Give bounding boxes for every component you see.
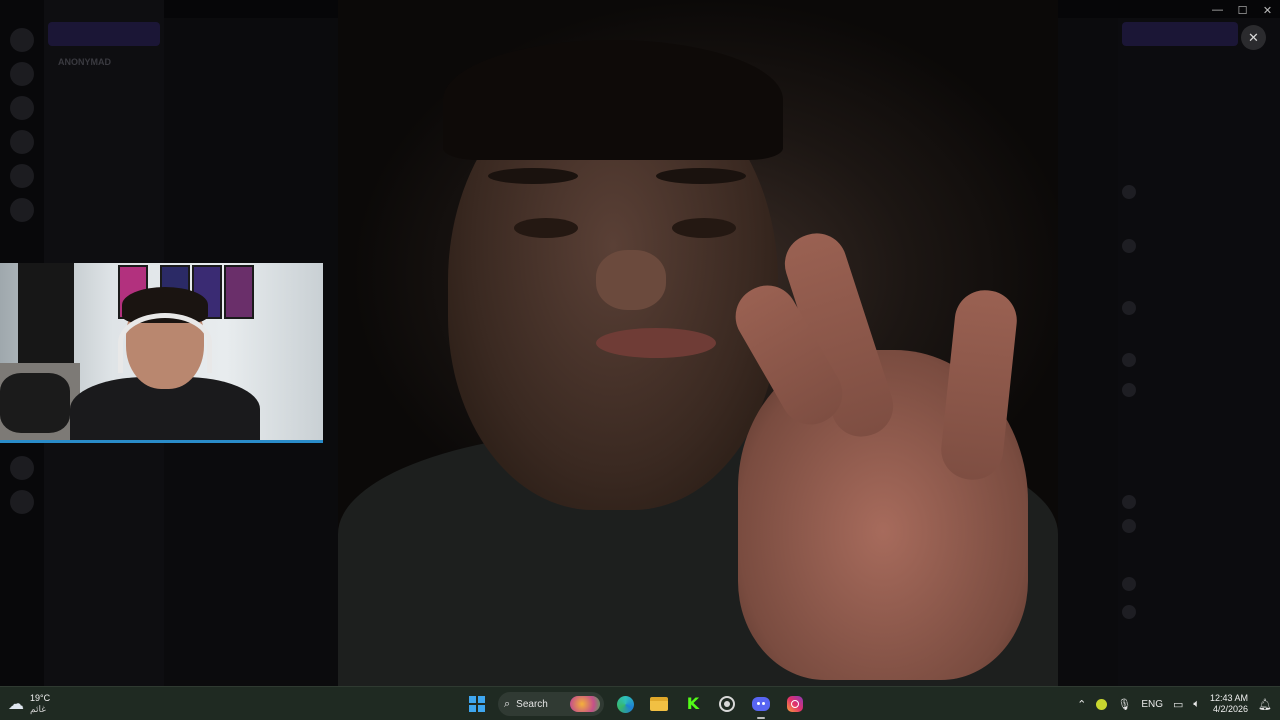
channel-row[interactable] (54, 204, 158, 218)
member-row[interactable] (1122, 492, 1272, 512)
tray-app-icon[interactable] (1096, 698, 1108, 710)
taskbar-apps: ⌕ Search K (464, 690, 808, 719)
server-icon[interactable] (10, 198, 34, 222)
taskbar: ☁ 19°C غائم ⌕ Search K ⌃ � (0, 686, 1280, 720)
kick-icon: K (686, 694, 700, 713)
user-panel (6, 648, 156, 678)
member-row[interactable] (1122, 236, 1272, 256)
maximize-button[interactable]: ☐ (1230, 0, 1255, 20)
avatar (1122, 383, 1136, 397)
headset-icon (118, 313, 212, 373)
microphone-icon[interactable]: 🎙︎ (1117, 698, 1131, 711)
avatar (1122, 605, 1136, 619)
server-icon[interactable] (10, 130, 34, 154)
avatar (1122, 519, 1136, 533)
folder-icon (650, 697, 668, 711)
search-icon: ⌕ (504, 697, 511, 710)
member-row[interactable] (1122, 602, 1272, 622)
close-stream-button[interactable]: ✕ (1241, 25, 1266, 50)
channel-row[interactable] (54, 480, 158, 494)
weather-temperature: 19°C (30, 693, 51, 703)
taskbar-search[interactable]: ⌕ Search (498, 692, 604, 716)
member-row[interactable] (1122, 350, 1272, 370)
server-icon[interactable] (10, 164, 34, 188)
clock-time: 12:43 AM (1210, 693, 1249, 703)
avatar (1122, 495, 1136, 509)
member-row[interactable] (1122, 380, 1272, 400)
avatar (1122, 353, 1136, 367)
channel-row[interactable] (54, 180, 158, 194)
member-list-panel (1118, 18, 1280, 686)
search-label: Search (516, 698, 548, 710)
channel-row[interactable] (54, 114, 158, 128)
channel-category-label[interactable]: ANONYMAD (58, 57, 111, 67)
server-banner-button[interactable] (48, 22, 160, 46)
member-row[interactable] (1122, 574, 1272, 594)
discord-button[interactable] (748, 691, 774, 719)
discord-icon (752, 697, 770, 711)
weather-condition: غائم (30, 704, 46, 714)
network-icon[interactable]: ▭ (1173, 698, 1183, 711)
instagram-icon (787, 696, 803, 712)
video-hair (443, 40, 783, 160)
channel-row[interactable] (54, 158, 158, 172)
channel-row[interactable] (54, 92, 158, 106)
voice-connection-panel (8, 546, 158, 610)
stream-video[interactable] (338, 0, 1058, 686)
webcam-pip[interactable] (0, 263, 323, 443)
member-row[interactable] (1122, 182, 1272, 202)
kick-button[interactable]: K (680, 691, 706, 717)
member-row[interactable] (1122, 298, 1272, 318)
pip-person (30, 287, 260, 440)
channel-row[interactable] (54, 502, 158, 516)
video-mouth (596, 328, 716, 358)
channel-row[interactable] (54, 458, 158, 472)
video-eye (514, 218, 578, 238)
server-icon[interactable] (10, 96, 34, 120)
system-tray: ⌃ 🎙︎ ENG ▭ 🔈︎ 12:43 AM 4/2/2026 🔔︎ (1077, 690, 1272, 718)
start-button[interactable] (464, 691, 490, 717)
weather-widget[interactable]: ☁ 19°C غائم (8, 691, 50, 717)
avatar (1122, 577, 1136, 591)
channel-row[interactable] (54, 136, 158, 150)
chrome-button[interactable] (714, 691, 740, 717)
video-brow (488, 168, 578, 184)
weather-text: 19°C غائم (30, 693, 50, 715)
file-explorer-button[interactable] (646, 691, 672, 717)
chevron-up-icon[interactable]: ⌃ (1077, 698, 1086, 711)
window-controls: — ☐ ✕ (1205, 0, 1280, 20)
notification-bell-icon[interactable]: 🔔︎ (1258, 698, 1272, 711)
avatar (1122, 239, 1136, 253)
cloud-icon: ☁ (8, 696, 24, 713)
language-indicator[interactable]: ENG (1141, 699, 1163, 710)
clock[interactable]: 12:43 AM 4/2/2026 (1210, 693, 1248, 715)
avatar (1122, 185, 1136, 199)
video-nose (596, 250, 666, 310)
avatar (1122, 301, 1136, 315)
instagram-button[interactable] (782, 691, 808, 717)
edge-icon (616, 695, 634, 713)
search-highlight-icon (570, 696, 600, 712)
member-panel-button[interactable] (1122, 22, 1238, 46)
video-brow (656, 168, 746, 184)
server-icon[interactable] (10, 490, 34, 514)
server-icon[interactable] (10, 456, 34, 480)
desktop-screen: ANONYMAD — ☐ ✕ ✕ ☁ 19°C غائم ⌕ Search K … (0, 0, 1280, 720)
edge-button[interactable] (612, 691, 638, 717)
chrome-icon (719, 696, 735, 712)
minimize-button[interactable]: — (1205, 0, 1230, 20)
server-icon[interactable] (10, 62, 34, 86)
close-window-button[interactable]: ✕ (1255, 0, 1280, 20)
volume-icon[interactable]: 🔈︎ (1193, 698, 1200, 711)
member-row[interactable] (1122, 516, 1272, 536)
server-icon[interactable] (10, 28, 34, 52)
video-eye (672, 218, 736, 238)
clock-date: 4/2/2026 (1212, 704, 1249, 714)
windows-start-icon (469, 696, 485, 712)
